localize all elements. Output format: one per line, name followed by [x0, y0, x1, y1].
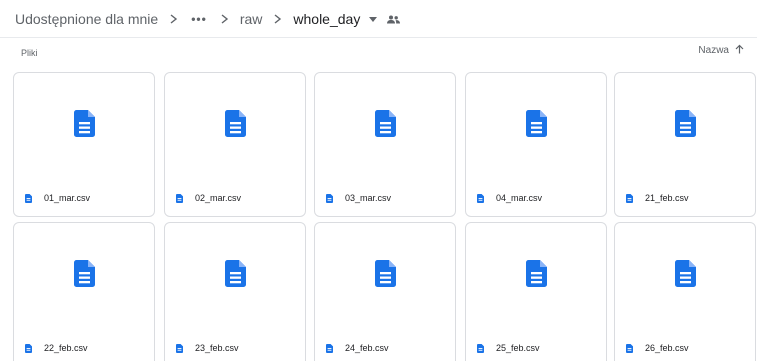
document-icon [326, 193, 333, 203]
shared-people-icon[interactable] [387, 15, 401, 24]
file-thumbnail [466, 73, 606, 179]
sort-by-name-button[interactable]: Nazwa [698, 44, 744, 57]
file-card[interactable]: 22_feb.csv [13, 222, 155, 361]
arrow-up-icon [735, 44, 744, 57]
document-icon [626, 343, 633, 353]
file-title-bar: 04_mar.csv [466, 179, 606, 216]
document-icon [525, 260, 547, 292]
document-icon [477, 343, 484, 353]
file-thumbnail [14, 73, 154, 179]
file-title-bar: 26_feb.csv [615, 329, 755, 361]
file-card[interactable]: 04_mar.csv [465, 72, 607, 217]
document-icon [477, 193, 484, 203]
chevron-right-icon [169, 14, 178, 24]
document-icon [224, 110, 246, 142]
file-card[interactable]: 03_mar.csv [314, 72, 456, 217]
file-card[interactable]: 26_feb.csv [614, 222, 756, 361]
document-icon [674, 110, 696, 142]
file-name: 25_feb.csv [496, 343, 540, 353]
file-card[interactable]: 25_feb.csv [465, 222, 607, 361]
file-thumbnail [466, 223, 606, 329]
file-title-bar: 23_feb.csv [165, 329, 305, 361]
breadcrumb-shared-with-me[interactable]: Udostępnione dla mnie [13, 7, 160, 31]
document-icon [374, 260, 396, 292]
file-card[interactable]: 21_feb.csv [614, 72, 756, 217]
file-title-bar: 25_feb.csv [466, 329, 606, 361]
document-icon [224, 260, 246, 292]
document-icon [176, 193, 183, 203]
header-divider [0, 37, 757, 38]
caret-down-icon[interactable] [369, 16, 378, 22]
document-icon [674, 260, 696, 292]
file-card[interactable]: 23_feb.csv [164, 222, 306, 361]
file-title-bar: 22_feb.csv [14, 329, 154, 361]
file-thumbnail [315, 223, 455, 329]
document-icon [73, 260, 95, 292]
file-card[interactable]: 01_mar.csv [13, 72, 155, 217]
file-thumbnail [165, 223, 305, 329]
document-icon [25, 193, 32, 203]
document-icon [374, 110, 396, 142]
document-icon [626, 193, 633, 203]
document-icon [525, 110, 547, 142]
file-title-bar: 03_mar.csv [315, 179, 455, 216]
file-title-bar: 24_feb.csv [315, 329, 455, 361]
file-title-bar: 02_mar.csv [165, 179, 305, 216]
breadcrumb: Udostępnione dla mnie ••• raw whole_day [0, 0, 757, 38]
file-name: 22_feb.csv [44, 343, 88, 353]
file-thumbnail [315, 73, 455, 179]
file-card[interactable]: 02_mar.csv [164, 72, 306, 217]
file-thumbnail [615, 73, 755, 179]
breadcrumb-current-folder[interactable]: whole_day [291, 7, 362, 31]
file-title-bar: 01_mar.csv [14, 179, 154, 216]
chevron-right-icon [220, 14, 229, 24]
file-name: 26_feb.csv [645, 343, 689, 353]
files-section-label: Pliki [21, 48, 38, 58]
document-icon [176, 343, 183, 353]
file-name: 03_mar.csv [345, 193, 392, 203]
breadcrumb-raw[interactable]: raw [238, 7, 265, 31]
document-icon [73, 110, 95, 142]
file-title-bar: 21_feb.csv [615, 179, 755, 216]
file-name: 23_feb.csv [195, 343, 239, 353]
file-name: 24_feb.csv [345, 343, 389, 353]
file-thumbnail [615, 223, 755, 329]
file-name: 02_mar.csv [195, 193, 242, 203]
document-icon [25, 343, 32, 353]
file-name: 01_mar.csv [44, 193, 91, 203]
document-icon [326, 343, 333, 353]
file-card[interactable]: 24_feb.csv [314, 222, 456, 361]
file-thumbnail [14, 223, 154, 329]
sort-label: Nazwa [698, 45, 729, 56]
file-thumbnail [165, 73, 305, 179]
chevron-right-icon [273, 14, 282, 24]
file-name: 04_mar.csv [496, 193, 543, 203]
breadcrumb-more-button[interactable]: ••• [187, 7, 211, 31]
file-name: 21_feb.csv [645, 193, 689, 203]
